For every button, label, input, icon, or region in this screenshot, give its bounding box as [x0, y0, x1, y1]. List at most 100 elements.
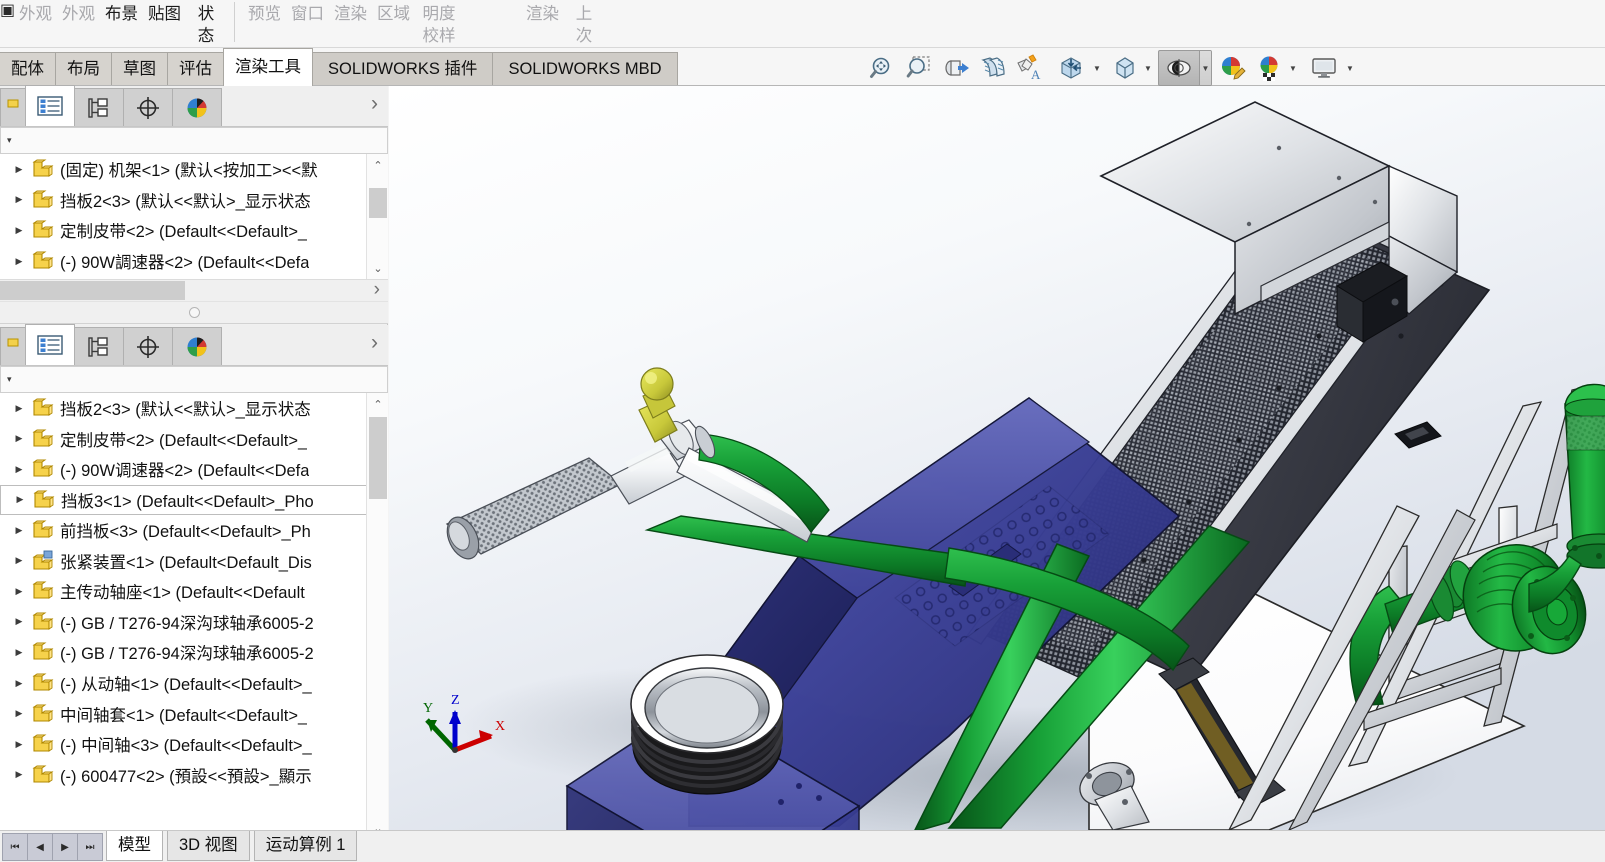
- lower-tab-dimxpert-manager[interactable]: [123, 327, 173, 365]
- upper-filter-caret-icon[interactable]: ▾: [7, 135, 12, 146]
- view-orientation-caret[interactable]: ▼: [1091, 51, 1103, 85]
- apply-scene-split[interactable]: ▼: [1252, 50, 1300, 86]
- apply-scene-button[interactable]: [1253, 51, 1287, 85]
- expand-arrow-icon[interactable]: ▶: [8, 256, 30, 267]
- lower-filter-caret-icon[interactable]: ▾: [7, 374, 12, 385]
- apply-scene-caret[interactable]: ▼: [1287, 51, 1299, 85]
- tree-row[interactable]: ▶ 定制皮带<2> (Default<<Default>_: [0, 215, 388, 246]
- ribbon-item-region[interactable]: 区域: [372, 3, 415, 25]
- scroll-up-arrow-icon[interactable]: ⌃: [367, 154, 388, 176]
- ribbon-item-appearance-1[interactable]: 外观: [14, 3, 57, 25]
- nav-last-button[interactable]: ⏭: [77, 833, 103, 861]
- tree-row[interactable]: ▶(-) GB / T276-94深沟球轴承6005-2: [0, 607, 388, 638]
- tree-row[interactable]: ▶(-) 从动轴<1> (Default<<Default>_: [0, 668, 388, 699]
- ribbon-item-decal[interactable]: 贴图: [143, 3, 186, 25]
- scroll-thumb[interactable]: [369, 417, 387, 499]
- section-view-button[interactable]: [939, 51, 973, 85]
- tree-row[interactable]: ▶主传动轴座<1> (Default<<Default: [0, 576, 388, 607]
- ribbon-item-appearance-2[interactable]: 外观: [57, 3, 100, 25]
- tab-evaluate[interactable]: 评估: [167, 52, 224, 86]
- ribbon-item-final-render[interactable]: 渲染: [521, 3, 564, 25]
- tab-solidworks-addins[interactable]: SOLIDWORKS 插件: [312, 52, 493, 86]
- expand-arrow-icon[interactable]: ▶: [9, 494, 31, 505]
- lower-filter-bar[interactable]: ▾: [0, 366, 388, 393]
- tree-row[interactable]: ▶中间轴套<1> (Default<<Default>_: [0, 698, 388, 729]
- bottom-tab-motion-study[interactable]: 运动算例 1: [254, 831, 358, 861]
- upper-feature-tree[interactable]: ▶ (固定) 机架<1> (默认<按加工><<默 ▶ 挡板2<3> (默认<<默…: [0, 154, 388, 279]
- tab-layout[interactable]: 布局: [55, 52, 112, 86]
- lower-tab-display-manager[interactable]: [172, 327, 222, 365]
- tree-row[interactable]: ▶(-) 90W调速器<2> (Default<<Defa: [0, 454, 388, 485]
- lower-tab-property-manager[interactable]: [25, 324, 75, 365]
- view-orientation-button[interactable]: [1051, 51, 1091, 85]
- hide-show-items-split[interactable]: ▼: [1158, 50, 1212, 86]
- lower-tab-configuration-manager[interactable]: [74, 327, 124, 365]
- tab-sketch[interactable]: 草图: [111, 52, 168, 86]
- splitter-handle-icon[interactable]: [189, 307, 200, 318]
- zoom-to-fit-button[interactable]: [865, 51, 899, 85]
- expand-arrow-icon[interactable]: ▶: [8, 525, 30, 536]
- display-style-split[interactable]: ▼: [1107, 50, 1155, 86]
- tree-row[interactable]: ▶ (-) 90W調速器<2> (Default<<Defa: [0, 246, 388, 277]
- display-style-button[interactable]: [1108, 51, 1142, 85]
- scroll-up-arrow-icon[interactable]: ⌃: [367, 393, 388, 415]
- ribbon-item-preview[interactable]: 预览: [243, 3, 286, 25]
- expand-arrow-icon[interactable]: ▶: [8, 464, 30, 475]
- tree-row[interactable]: ▶(-) 中间轴<3> (Default<<Default>_: [0, 729, 388, 760]
- lower-tree-vertical-scrollbar[interactable]: ⌃ ⌄: [366, 393, 388, 839]
- view-settings-caret[interactable]: ▼: [1344, 51, 1356, 85]
- expand-arrow-icon[interactable]: ▶: [8, 647, 30, 658]
- scroll-thumb[interactable]: [0, 281, 185, 300]
- hide-show-items-caret[interactable]: ▼: [1199, 51, 1211, 85]
- edit-appearance-button[interactable]: [1215, 51, 1249, 85]
- ribbon-item-brightness-proof[interactable]: 明度校样: [415, 3, 463, 47]
- zoom-to-area-button[interactable]: [902, 51, 936, 85]
- expand-arrow-icon[interactable]: ▶: [8, 586, 30, 597]
- expand-arrow-icon[interactable]: ▶: [8, 616, 30, 627]
- lower-tab-feature-manager[interactable]: [0, 327, 26, 365]
- upper-tab-feature-manager[interactable]: [0, 88, 26, 126]
- expand-arrow-icon[interactable]: ▶: [8, 555, 30, 566]
- tree-row[interactable]: ▶张紧装置<1> (Default<Default_Dis: [0, 545, 388, 576]
- upper-tab-configuration-manager[interactable]: [74, 88, 124, 126]
- expand-arrow-icon[interactable]: ▶: [8, 164, 30, 175]
- zebra-stripes-button[interactable]: A: [1013, 51, 1047, 85]
- tree-row[interactable]: ▶挡板3<1> (Default<<Default>_Pho: [0, 485, 388, 515]
- display-style-caret[interactable]: ▼: [1142, 51, 1154, 85]
- draft-analysis-button[interactable]: [976, 51, 1010, 85]
- ribbon-item-render[interactable]: 渲染: [329, 3, 372, 25]
- tree-row[interactable]: ▶ 挡板2<3> (默认<<默认>_显示状态: [0, 185, 388, 216]
- expand-arrow-icon[interactable]: ▶: [8, 708, 30, 719]
- upper-tree-horizontal-scrollbar[interactable]: ›: [0, 279, 388, 300]
- expand-arrow-icon[interactable]: ▶: [8, 769, 30, 780]
- expand-arrow-icon[interactable]: ▶: [8, 225, 30, 236]
- tab-render-tools[interactable]: 渲染工具: [223, 48, 313, 86]
- upper-pane-more-button[interactable]: ›: [374, 279, 380, 301]
- nav-next-button[interactable]: ▶: [52, 833, 78, 861]
- bottom-tab-3d-views[interactable]: 3D 视图: [167, 831, 250, 861]
- expand-arrow-icon[interactable]: ▶: [8, 194, 30, 205]
- tree-row[interactable]: ▶定制皮带<2> (Default<<Default>_: [0, 424, 388, 455]
- expand-arrow-icon[interactable]: ▶: [8, 678, 30, 689]
- expand-arrow-icon[interactable]: ▶: [8, 433, 30, 444]
- nav-prev-button[interactable]: ◀: [27, 833, 53, 861]
- upper-tab-display-manager[interactable]: [172, 88, 222, 126]
- tree-row[interactable]: ▶前挡板<3> (Default<<Default>_Ph: [0, 515, 388, 546]
- bottom-tab-model[interactable]: 模型: [106, 831, 163, 861]
- expand-arrow-icon[interactable]: ▶: [8, 403, 30, 414]
- upper-filter-bar[interactable]: ▾: [0, 127, 388, 154]
- view-settings-split[interactable]: ▼: [1303, 50, 1357, 86]
- ribbon-item-scene[interactable]: 布景: [100, 3, 143, 25]
- upper-tab-dimxpert-manager[interactable]: [123, 88, 173, 126]
- tree-row[interactable]: ▶(-) GB / T276-94深沟球轴承6005-2: [0, 637, 388, 668]
- upper-pane-expand-button[interactable]: ›: [371, 92, 378, 116]
- hide-show-items-button[interactable]: [1159, 51, 1199, 85]
- tree-row[interactable]: ▶挡板2<3> (默认<<默认>_显示状态: [0, 393, 388, 424]
- lower-pane-expand-button[interactable]: ›: [371, 331, 378, 355]
- tab-solidworks-mbd[interactable]: SOLIDWORKS MBD: [492, 52, 677, 86]
- lower-feature-tree[interactable]: ▶挡板2<3> (默认<<默认>_显示状态▶定制皮带<2> (Default<<…: [0, 393, 388, 839]
- scroll-down-arrow-icon[interactable]: ⌄: [367, 257, 388, 279]
- pane-splitter[interactable]: [0, 301, 388, 324]
- graphics-viewport[interactable]: Y Z X: [389, 86, 1605, 830]
- view-settings-button[interactable]: [1304, 51, 1344, 85]
